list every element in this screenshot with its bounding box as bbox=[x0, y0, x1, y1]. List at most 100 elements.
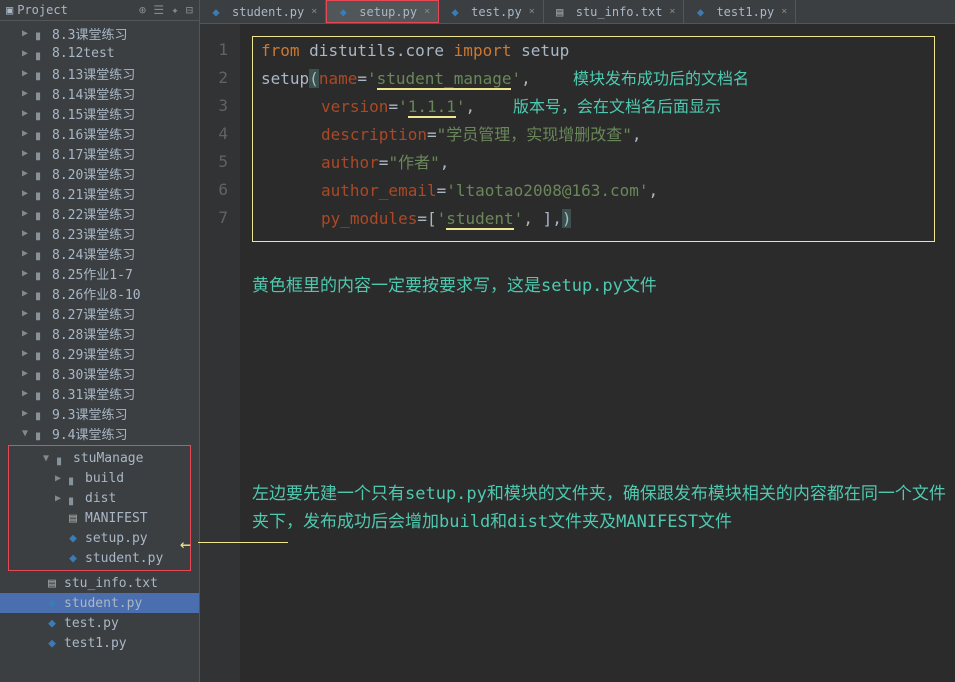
tree-item[interactable]: ▼▖stuManage bbox=[9, 448, 190, 468]
tree-label: stuManage bbox=[73, 451, 143, 466]
annotation-4: 左边要先建一个只有setup.py和模块的文件夹，确保跟发布模块相关的内容都在同… bbox=[252, 480, 955, 536]
project-tree: ▶▖8.3课堂练习▶▖8.12test▶▖8.13课堂练习▶▖8.14课堂练习▶… bbox=[0, 21, 199, 682]
tab-label: test.py bbox=[471, 5, 522, 19]
tree-arrow[interactable]: ▶ bbox=[18, 248, 32, 259]
close-icon[interactable]: × bbox=[669, 6, 675, 17]
tree-item[interactable]: ▶▖8.23课堂练习 bbox=[0, 223, 199, 243]
folder-icon: ▖ bbox=[32, 385, 48, 401]
tree-arrow[interactable]: ▶ bbox=[18, 48, 32, 59]
code-editor[interactable]: 1234567 from distutils.core import setup… bbox=[200, 24, 955, 682]
tree-arrow[interactable]: ▶ bbox=[18, 88, 32, 99]
tree-arrow[interactable]: ▶ bbox=[18, 208, 32, 219]
tree-arrow[interactable]: ▶ bbox=[18, 28, 32, 39]
folder-icon: ▖ bbox=[32, 285, 48, 301]
folder-icon: ▖ bbox=[32, 25, 48, 41]
tree-item[interactable]: ▶▖8.27课堂练习 bbox=[0, 303, 199, 323]
editor-tab[interactable]: ◆test.py× bbox=[439, 0, 544, 23]
tree-arrow[interactable]: ▶ bbox=[51, 473, 65, 484]
code-area[interactable]: from distutils.core import setup setup(n… bbox=[240, 24, 955, 682]
folder-icon: ▖ bbox=[32, 45, 48, 61]
tree-arrow[interactable]: ▶ bbox=[18, 188, 32, 199]
tree-arrow[interactable]: ▼ bbox=[39, 453, 53, 464]
python-icon: ◆ bbox=[65, 530, 81, 546]
tree-item[interactable]: ▶▖8.15课堂练习 bbox=[0, 103, 199, 123]
tree-item[interactable]: ▶▖build bbox=[9, 468, 190, 488]
tree-label: 8.31课堂练习 bbox=[52, 384, 135, 403]
tree-arrow[interactable]: ▶ bbox=[18, 348, 32, 359]
tree-arrow[interactable]: ▶ bbox=[18, 288, 32, 299]
close-icon[interactable]: × bbox=[311, 6, 317, 17]
editor-tab[interactable]: ▤stu_info.txt× bbox=[544, 0, 685, 23]
tree-item[interactable]: ◆test1.py bbox=[0, 633, 199, 653]
tree-arrow[interactable]: ▶ bbox=[18, 68, 32, 79]
project-tools[interactable]: ⊕ ☰ ✦ ⊟ bbox=[139, 3, 193, 17]
tab-label: student.py bbox=[232, 5, 304, 19]
tree-item[interactable]: ▶▖8.29课堂练习 bbox=[0, 343, 199, 363]
python-icon: ◆ bbox=[335, 4, 351, 20]
folder-icon: ▖ bbox=[32, 105, 48, 121]
tree-arrow[interactable]: ▶ bbox=[18, 388, 32, 399]
tree-arrow[interactable]: ▶ bbox=[51, 493, 65, 504]
folder-icon: ▖ bbox=[32, 305, 48, 321]
tree-arrow[interactable]: ▶ bbox=[18, 408, 32, 419]
tree-arrow[interactable]: ▶ bbox=[18, 228, 32, 239]
tree-arrow[interactable]: ▶ bbox=[18, 128, 32, 139]
folder-icon: ▖ bbox=[32, 85, 48, 101]
tree-item[interactable]: ▶▖8.25作业1-7 bbox=[0, 263, 199, 283]
tree-item[interactable]: ▶▖ 8.12test bbox=[0, 43, 199, 63]
tree-item[interactable]: ▶▖8.22课堂练习 bbox=[0, 203, 199, 223]
tree-item[interactable]: ◆test.py bbox=[0, 613, 199, 633]
tree-item[interactable]: ▶▖8.20课堂练习 bbox=[0, 163, 199, 183]
tree-item[interactable]: ▶▖8.31课堂练习 bbox=[0, 383, 199, 403]
tree-item[interactable]: ▤MANIFEST bbox=[9, 508, 190, 528]
python-icon: ◆ bbox=[44, 615, 60, 631]
tree-item[interactable]: ▶▖8.13课堂练习 bbox=[0, 63, 199, 83]
tree-item[interactable]: ▶▖8.30课堂练习 bbox=[0, 363, 199, 383]
tree-item[interactable]: ▶▖dist bbox=[9, 488, 190, 508]
tree-label: 8.12test bbox=[52, 46, 115, 61]
tree-label: 8.14课堂练习 bbox=[52, 84, 135, 103]
folder-icon: ▖ bbox=[32, 245, 48, 261]
tree-item[interactable]: ▶▖9.3课堂练习 bbox=[0, 403, 199, 423]
editor-tab[interactable]: ◆student.py× bbox=[200, 0, 326, 23]
tree-item[interactable]: ▤stu_info.txt bbox=[0, 573, 199, 593]
tree-label: 8.17课堂练习 bbox=[52, 144, 135, 163]
tree-item[interactable]: ▶▖8.21课堂练习 bbox=[0, 183, 199, 203]
folder-icon: ▖ bbox=[32, 205, 48, 221]
close-icon[interactable]: × bbox=[529, 6, 535, 17]
tree-arrow[interactable]: ▶ bbox=[18, 368, 32, 379]
tree-item[interactable]: ▶▖8.17课堂练习 bbox=[0, 143, 199, 163]
tree-label: 8.28课堂练习 bbox=[52, 324, 135, 343]
tree-item[interactable]: ▶▖8.16课堂练习 bbox=[0, 123, 199, 143]
arrow-line bbox=[198, 542, 288, 543]
close-icon[interactable]: × bbox=[424, 6, 430, 17]
editor-tab[interactable]: ◆ setup.py × bbox=[326, 0, 439, 23]
close-icon[interactable]: × bbox=[781, 6, 787, 17]
editor-tab[interactable]: ◆test1.py× bbox=[684, 0, 796, 23]
tree-label: setup.py bbox=[85, 531, 148, 546]
tree-item[interactable]: ▶▖8.28课堂练习 bbox=[0, 323, 199, 343]
tree-item[interactable]: ▶▖8.26作业8-10 bbox=[0, 283, 199, 303]
tree-item[interactable]: ◆student.py bbox=[9, 548, 190, 568]
tree-label: 8.27课堂练习 bbox=[52, 304, 135, 323]
tree-item[interactable]: ▶▖8.14课堂练习 bbox=[0, 83, 199, 103]
tree-item[interactable]: ▶▖8.24课堂练习 bbox=[0, 243, 199, 263]
tree-label: 8.30课堂练习 bbox=[52, 364, 135, 383]
folder-icon: ▖ bbox=[32, 365, 48, 381]
tree-arrow[interactable]: ▶ bbox=[18, 308, 32, 319]
tree-arrow[interactable]: ▶ bbox=[18, 108, 32, 119]
folder-icon: ▖ bbox=[32, 185, 48, 201]
tab-label: setup.py bbox=[359, 5, 417, 19]
tree-item[interactable]: ◆student.py bbox=[0, 593, 199, 613]
tree-item[interactable]: ▼▖9.4课堂练习 bbox=[0, 423, 199, 443]
tree-arrow[interactable]: ▼ bbox=[18, 428, 32, 439]
project-sidebar: ▣ Project ⊕ ☰ ✦ ⊟ ▶▖8.3课堂练习▶▖8.12test▶▖8… bbox=[0, 0, 200, 682]
tree-arrow[interactable]: ▶ bbox=[18, 328, 32, 339]
tree-arrow[interactable]: ▶ bbox=[18, 168, 32, 179]
code-highlight-box: from distutils.core import setup setup(n… bbox=[252, 36, 935, 242]
tree-arrow[interactable]: ▶ bbox=[18, 268, 32, 279]
tree-item[interactable]: ▶▖8.3课堂练习 bbox=[0, 23, 199, 43]
tree-label: student.py bbox=[85, 551, 163, 566]
tree-arrow[interactable]: ▶ bbox=[18, 148, 32, 159]
tree-item[interactable]: ◆ setup.py bbox=[9, 528, 190, 548]
